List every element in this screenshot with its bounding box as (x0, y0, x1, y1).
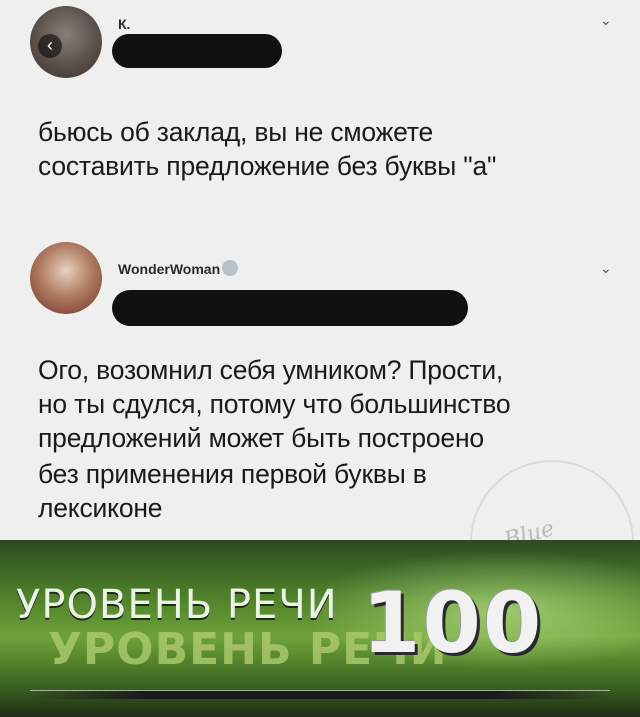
back-icon[interactable]: ‹ (38, 34, 62, 58)
username-text: WonderWoman (118, 261, 221, 277)
comment-text-line: предложений может быть построено (38, 423, 484, 453)
meme-banner: УРОВЕНЬ РЕЧИ УРОВЕНЬ РЕЧИ 100 (0, 540, 640, 717)
comment-text-line: составить предложение без буквы "а" (38, 151, 497, 181)
redacted-handle (112, 290, 468, 326)
comment-text-line: без применения первой буквы в (38, 459, 427, 489)
comment-text-line: бьюсь об заклад, вы не сможете (38, 117, 434, 147)
comment-thread: ‹ К. ⌄ бьюсь об заклад, вы не сможете со… (0, 0, 640, 624)
avatar[interactable]: ‹ (30, 6, 102, 78)
username[interactable]: К. (118, 16, 130, 32)
comment-text-line: лексиконе (38, 493, 163, 523)
meme-level: 100 (362, 574, 544, 672)
username[interactable]: WonderWoman (118, 260, 239, 277)
comment-text-line: но ты сдулся, потому что большинство (38, 389, 511, 419)
comment-1: ‹ К. ⌄ бьюсь об заклад, вы не сможете со… (0, 0, 640, 220)
comment-text-line: Ого, возомнил себя умником? Прости, (38, 355, 504, 385)
redacted-handle (112, 34, 282, 68)
avatar[interactable] (30, 242, 102, 314)
chevron-down-icon[interactable]: ⌄ (600, 12, 612, 28)
meme-caption: УРОВЕНЬ РЕЧИ (16, 582, 338, 628)
chevron-down-icon[interactable]: ⌄ (600, 260, 612, 276)
meme-bar (30, 690, 610, 699)
verified-icon (222, 260, 239, 276)
